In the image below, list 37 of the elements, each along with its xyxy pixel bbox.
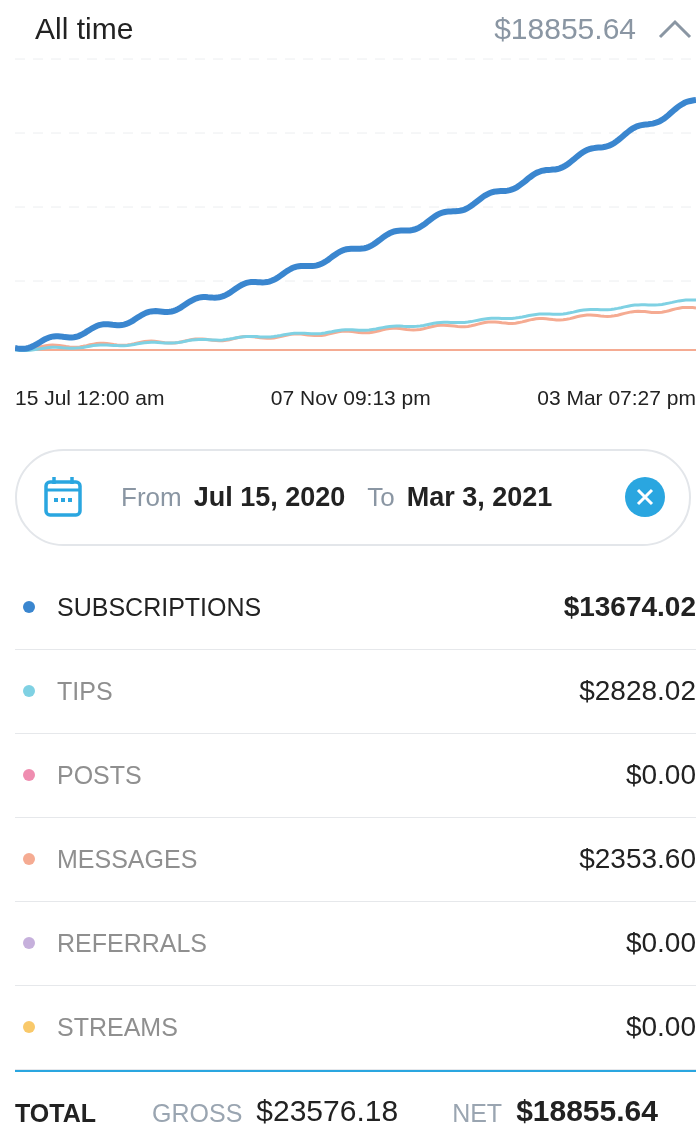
category-name: POSTS [57, 760, 143, 790]
clear-button[interactable] [625, 477, 665, 518]
category-row[interactable]: TIPS $2828.02 [15, 649, 696, 734]
total-amount: $18855.64 [494, 12, 636, 47]
category-name: MESSAGES [57, 844, 199, 874]
axis-label: 03 Mar 07:27 pm [537, 386, 696, 412]
category-name: STREAMS [57, 1012, 179, 1042]
section-title: All time [34, 12, 135, 47]
close-icon [636, 488, 654, 507]
category-amount: $0.00 [625, 1011, 696, 1044]
category-amount: $0.00 [625, 759, 696, 792]
category-name: TIPS [57, 676, 114, 706]
from-date: Jul 15, 2020 [193, 481, 346, 513]
axis-label: 15 Jul 12:00 am [15, 386, 165, 412]
category-row[interactable]: POSTS $0.00 [15, 733, 696, 818]
gross-amount: $23576.18 [256, 1094, 399, 1128]
category-name: REFERRALS [57, 928, 209, 958]
category-amount: $0.00 [625, 927, 696, 960]
chevron-icon[interactable] [658, 19, 692, 40]
gross-label: GROSS [152, 1099, 243, 1128]
category-row[interactable]: REFERRALS $0.00 [15, 901, 696, 986]
net-amount: $18855.64 [516, 1094, 658, 1128]
from-label: From [121, 481, 182, 513]
category-amount: $2828.02 [579, 675, 696, 708]
date-range-field[interactable]: From Jul 15, 2020 To Mar 3, 2021 [15, 448, 691, 546]
to-label: To [367, 481, 395, 513]
net-label: NET [452, 1099, 503, 1128]
category-row[interactable]: STREAMS $0.00 [15, 985, 696, 1070]
category-amount: $2353.60 [579, 843, 696, 876]
category-amount: $13674.02 [563, 591, 696, 624]
calendar-icon [43, 476, 83, 519]
category-row[interactable]: MESSAGES $2353.60 [15, 817, 696, 902]
to-date: Mar 3, 2021 [406, 481, 553, 513]
total-label: TOTAL [15, 1099, 96, 1128]
category-row[interactable]: SUBSCRIPTIONS $13674.02 [15, 565, 696, 650]
category-name: SUBSCRIPTIONS [57, 592, 263, 622]
axis-label: 07 Nov 09:13 pm [270, 386, 431, 412]
